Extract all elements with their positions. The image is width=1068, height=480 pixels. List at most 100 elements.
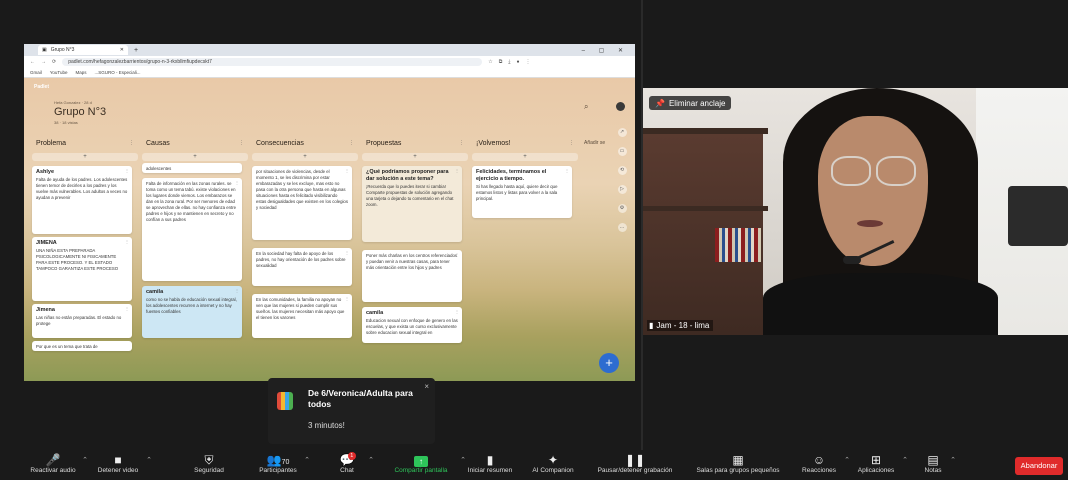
browser-tab-title: Grupo N°3	[50, 47, 75, 53]
chevron-up-icon[interactable]: ⌃	[146, 456, 152, 464]
post-menu-icon[interactable]: ⋮	[235, 288, 239, 294]
post-card[interactable]: ⋮ por situaciones de violencias, desde el…	[252, 166, 352, 240]
post-card[interactable]: Por que es un tema que trata de	[32, 341, 132, 351]
chevron-up-icon[interactable]: ⌃	[304, 456, 310, 464]
post-menu-icon[interactable]: ⋮	[345, 296, 349, 302]
reload-icon[interactable]: ⟳	[52, 59, 56, 65]
share-icon[interactable]: ↗	[617, 128, 627, 137]
reactions-button[interactable]: ☺ Reacciones ⌃	[796, 450, 850, 480]
participants-button[interactable]: 👥70 Participantes ⌃	[254, 450, 310, 480]
forward-icon[interactable]: →	[41, 59, 46, 65]
start-summary-button[interactable]: ▮ Iniciar resumen	[462, 450, 518, 480]
menu-icon[interactable]: ⋮	[526, 59, 531, 65]
bookmark-gmail[interactable]: Gmail	[30, 70, 42, 75]
post-card[interactable]: ⋮ ¿Qué podríamos proponer para dar soluci…	[362, 166, 462, 242]
post-card[interactable]: ⋮ Ashlye Falta de ayuda de los padres. Los…	[32, 166, 132, 234]
browser-tab[interactable]: ▣ Grupo N°3 ✕	[38, 45, 128, 55]
column-menu-icon[interactable]: ⋮	[239, 140, 244, 146]
post-menu-icon[interactable]: ⋮	[235, 180, 239, 186]
chat-notification[interactable]: De 6/Veronica/Adulta para todos × 3 minu…	[268, 378, 435, 444]
comment-icon[interactable]: ▭	[617, 147, 627, 156]
post-menu-icon[interactable]: ⋮	[345, 168, 349, 174]
bookmark-maps[interactable]: Maps	[75, 70, 86, 75]
column-title: ¡Volvemos!	[476, 139, 511, 147]
bookmark-youtube[interactable]: YouTube	[50, 70, 68, 75]
post-heading: ¿Qué podríamos proponer para dar solució…	[366, 169, 449, 182]
remake-icon[interactable]: ⟲	[617, 166, 627, 175]
play-icon[interactable]: ▷	[617, 185, 627, 194]
post-card[interactable]: ⋮ camila Educacion sexual con enfoque de g…	[362, 307, 462, 343]
leave-button[interactable]: Abandonar	[1015, 457, 1063, 475]
board-title: Grupo N°3	[54, 106, 107, 118]
participant-video[interactable]	[643, 88, 1068, 335]
add-post-button[interactable]: +	[252, 153, 358, 161]
padlet-logo[interactable]: Padlet	[34, 84, 49, 90]
stop-video-button[interactable]: ■ Detener video ⌃	[92, 450, 152, 480]
back-icon[interactable]: ←	[30, 59, 35, 65]
post-menu-icon[interactable]: ⋮	[455, 252, 459, 258]
new-tab-icon[interactable]: +	[134, 47, 138, 54]
extensions-icon[interactable]: ⧉	[499, 59, 503, 65]
more-icon[interactable]: …	[617, 223, 627, 232]
close-tab-icon[interactable]: ✕	[120, 47, 124, 53]
column-menu-icon[interactable]: ⋮	[129, 140, 134, 146]
post-card[interactable]: ⋮ Falta de información en las zonas rural…	[142, 178, 242, 281]
pause-stop-recording-button[interactable]: ❚❚ Pausar/detener grabación	[588, 450, 682, 480]
column-menu-icon[interactable]: ⋮	[569, 140, 574, 146]
post-menu-icon[interactable]: ⋮	[125, 306, 129, 312]
notification-message: 3 minutos!	[308, 421, 345, 430]
bookmark-sguro[interactable]: ...SGURO - Especiali...	[94, 70, 140, 75]
chevron-up-icon[interactable]: ⌃	[82, 456, 88, 464]
post-card[interactable]: ⋮ En la sociedad hay falta de apoyo de lo…	[252, 248, 352, 286]
post-card[interactable]: adolescentes	[142, 163, 242, 173]
close-icon[interactable]: ×	[424, 382, 429, 391]
video-camera-icon: ■	[114, 453, 122, 467]
security-button[interactable]: ⛨ Seguridad	[186, 450, 232, 480]
post-card[interactable]: ⋮ Felicidades, terminamos el ejercicio a …	[472, 166, 572, 218]
window-controls[interactable]: – ▢ ✕	[582, 47, 629, 54]
profile-icon[interactable]: ●	[516, 59, 519, 65]
post-card[interactable]: ⋮ Jimena Las niñas no están preparadas. El…	[32, 304, 132, 338]
post-menu-icon[interactable]: ⋮	[345, 250, 349, 256]
post-card[interactable]: ⋮ En las comunidades, la familia no apoya…	[252, 294, 352, 338]
add-section-button[interactable]: Añadir se	[584, 140, 605, 146]
unpin-button[interactable]: 📌 Eliminar anclaje	[649, 96, 732, 110]
post-card[interactable]: ⋮ camila como no se habla de educación sex…	[142, 286, 242, 338]
add-post-button[interactable]: +	[362, 153, 468, 161]
toolbar-label: Seguridad	[194, 467, 224, 474]
post-menu-icon[interactable]: ⋮	[455, 168, 459, 174]
column-menu-icon[interactable]: ⋮	[459, 140, 464, 146]
download-icon[interactable]: ⤓	[508, 59, 510, 65]
ai-companion-button[interactable]: ✦ AI Companion	[522, 450, 584, 480]
post-menu-icon[interactable]: ⋮	[125, 239, 129, 245]
add-post-button[interactable]: +	[32, 153, 138, 161]
post-menu-icon[interactable]: ⋮	[455, 309, 459, 315]
chat-button[interactable]: 💬 1 Chat ⌃	[328, 450, 374, 480]
post-card[interactable]: ⋮ Poner más charlas en los centros refere…	[362, 250, 462, 302]
apps-icon: ⊞	[870, 453, 882, 467]
toolbar-label: Chat	[340, 467, 354, 474]
post-menu-icon[interactable]: ⋮	[125, 168, 129, 174]
toolbar-label: Participantes	[259, 467, 297, 474]
add-post-button[interactable]: +	[142, 153, 248, 161]
settings-icon[interactable]: ⚙	[617, 204, 627, 213]
post-menu-icon[interactable]: ⋮	[565, 168, 569, 174]
post-card[interactable]: ⋮ JIMENA UNA NIÑA ESTA PREPARADA PSICOLOGI…	[32, 237, 132, 301]
add-post-fab[interactable]: +	[599, 353, 619, 373]
chevron-up-icon[interactable]: ⌃	[844, 456, 850, 464]
column-menu-icon[interactable]: ⋮	[349, 140, 354, 146]
meeting-toolbar: 🎤 Reactivar audio ⌃ ■ Detener video ⌃ ⛨ …	[0, 450, 1068, 480]
chevron-up-icon[interactable]: ⌃	[368, 456, 374, 464]
chevron-up-icon[interactable]: ⌃	[950, 456, 956, 464]
add-post-button[interactable]: +	[472, 153, 578, 161]
apps-button[interactable]: ⊞ Aplicaciones ⌃	[852, 450, 908, 480]
url-field[interactable]: padlet.com/hefagonzalezbarrientos/grupo-…	[62, 58, 483, 66]
notes-button[interactable]: ▤ Notas ⌃	[918, 450, 957, 480]
share-screen-button[interactable]: ↑ Compartir pantalla ⌃	[384, 450, 466, 480]
unmute-button[interactable]: 🎤 Reactivar audio ⌃	[26, 450, 88, 480]
search-icon[interactable]: ⌕	[584, 102, 588, 112]
breakout-rooms-button[interactable]: ▦ Salas para grupos pequeños	[686, 450, 790, 480]
avatar[interactable]	[616, 102, 625, 111]
star-icon[interactable]: ☆	[488, 59, 492, 65]
chevron-up-icon[interactable]: ⌃	[902, 456, 908, 464]
